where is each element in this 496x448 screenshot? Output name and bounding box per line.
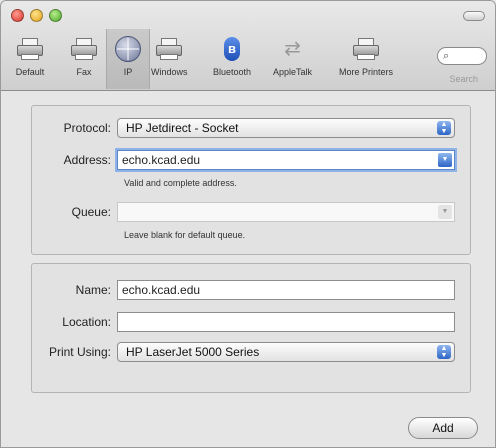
- windows-printer-icon: [156, 38, 183, 60]
- protocol-label: Protocol:: [63, 121, 111, 135]
- search-input[interactable]: ⌕: [437, 47, 487, 65]
- toolbar-item-label: Bluetooth: [213, 67, 252, 77]
- toolbar-item-bluetooth[interactable]: ʙ Bluetooth: [213, 35, 251, 77]
- toolbar-item-label: Windows: [151, 67, 188, 77]
- queue-row: Queue: ▼: [32, 202, 455, 222]
- toolbar-item-label: Default: [15, 67, 45, 77]
- connection-group: Protocol: HP Jetdirect - Socket ▲ ▼ Addre…: [31, 105, 471, 255]
- toolbar-item-appletalk[interactable]: ⇄ AppleTalk: [273, 35, 312, 77]
- printer-details-group: Name: echo.kcad.edu Location: Print Usin…: [31, 263, 471, 393]
- printer-icon: [17, 38, 43, 60]
- add-printer-window: Default Fax IP Windows ʙ Bluetooth ⇄ App…: [0, 0, 496, 448]
- search-label: Search: [449, 74, 478, 84]
- toolbar-item-label: IP: [123, 67, 133, 77]
- queue-label: Queue:: [71, 205, 111, 219]
- toolbar-item-ip[interactable]: IP: [113, 35, 143, 77]
- more-printers-icon: [353, 38, 379, 60]
- name-field[interactable]: echo.kcad.edu: [117, 280, 455, 300]
- toolbar-toggle-button[interactable]: [463, 11, 485, 21]
- minimize-button[interactable]: [30, 9, 43, 22]
- queue-combo-field[interactable]: ▼: [117, 202, 455, 222]
- toolbar-item-fax[interactable]: Fax: [69, 35, 99, 77]
- print-using-label: Print Using:: [48, 345, 111, 359]
- dropdown-arrow-icon[interactable]: ▼: [438, 205, 452, 219]
- toolbar-item-label: More Printers: [339, 67, 394, 77]
- name-label: Name:: [75, 283, 111, 297]
- address-value: echo.kcad.edu: [122, 153, 201, 167]
- name-row: Name: echo.kcad.edu: [32, 280, 455, 300]
- location-field[interactable]: [117, 312, 455, 332]
- add-button[interactable]: Add: [408, 417, 478, 439]
- toolbar-item-label: AppleTalk: [273, 67, 313, 77]
- globe-icon: [115, 36, 141, 62]
- toolbar-item-more-printers[interactable]: More Printers: [339, 35, 393, 77]
- location-label: Location:: [62, 315, 111, 329]
- print-using-row: Print Using: HP LaserJet 5000 Series ▲ ▼: [32, 342, 455, 362]
- address-combo-field[interactable]: echo.kcad.edu ▼: [117, 150, 455, 170]
- bluetooth-icon: ʙ: [224, 37, 241, 61]
- appletalk-icon: ⇄: [284, 38, 301, 60]
- window-controls: [11, 9, 62, 22]
- address-row: Address: echo.kcad.edu ▼: [32, 150, 455, 170]
- zoom-button[interactable]: [49, 9, 62, 22]
- address-hint: Valid and complete address.: [124, 178, 237, 188]
- toolbar-item-default[interactable]: Default: [15, 35, 45, 77]
- protocol-value: HP Jetdirect - Socket: [126, 121, 239, 135]
- search-icon: ⌕: [443, 50, 450, 62]
- location-row: Location:: [32, 312, 455, 332]
- dropdown-arrow-icon[interactable]: ▼: [438, 153, 452, 167]
- stepper-arrows-icon: ▲ ▼: [437, 345, 451, 359]
- toolbar-item-label: Fax: [76, 67, 92, 77]
- fax-icon: [71, 38, 97, 60]
- queue-hint: Leave blank for default queue.: [124, 230, 246, 240]
- print-using-popup[interactable]: HP LaserJet 5000 Series ▲ ▼: [117, 342, 455, 362]
- print-using-value: HP LaserJet 5000 Series: [126, 345, 260, 359]
- toolbar: Default Fax IP Windows ʙ Bluetooth ⇄ App…: [1, 1, 495, 91]
- toolbar-item-windows[interactable]: Windows: [151, 35, 188, 77]
- close-button[interactable]: [11, 9, 24, 22]
- protocol-row: Protocol: HP Jetdirect - Socket ▲ ▼: [32, 118, 455, 138]
- stepper-arrows-icon: ▲ ▼: [437, 121, 451, 135]
- protocol-popup[interactable]: HP Jetdirect - Socket ▲ ▼: [117, 118, 455, 138]
- address-label: Address:: [63, 153, 111, 167]
